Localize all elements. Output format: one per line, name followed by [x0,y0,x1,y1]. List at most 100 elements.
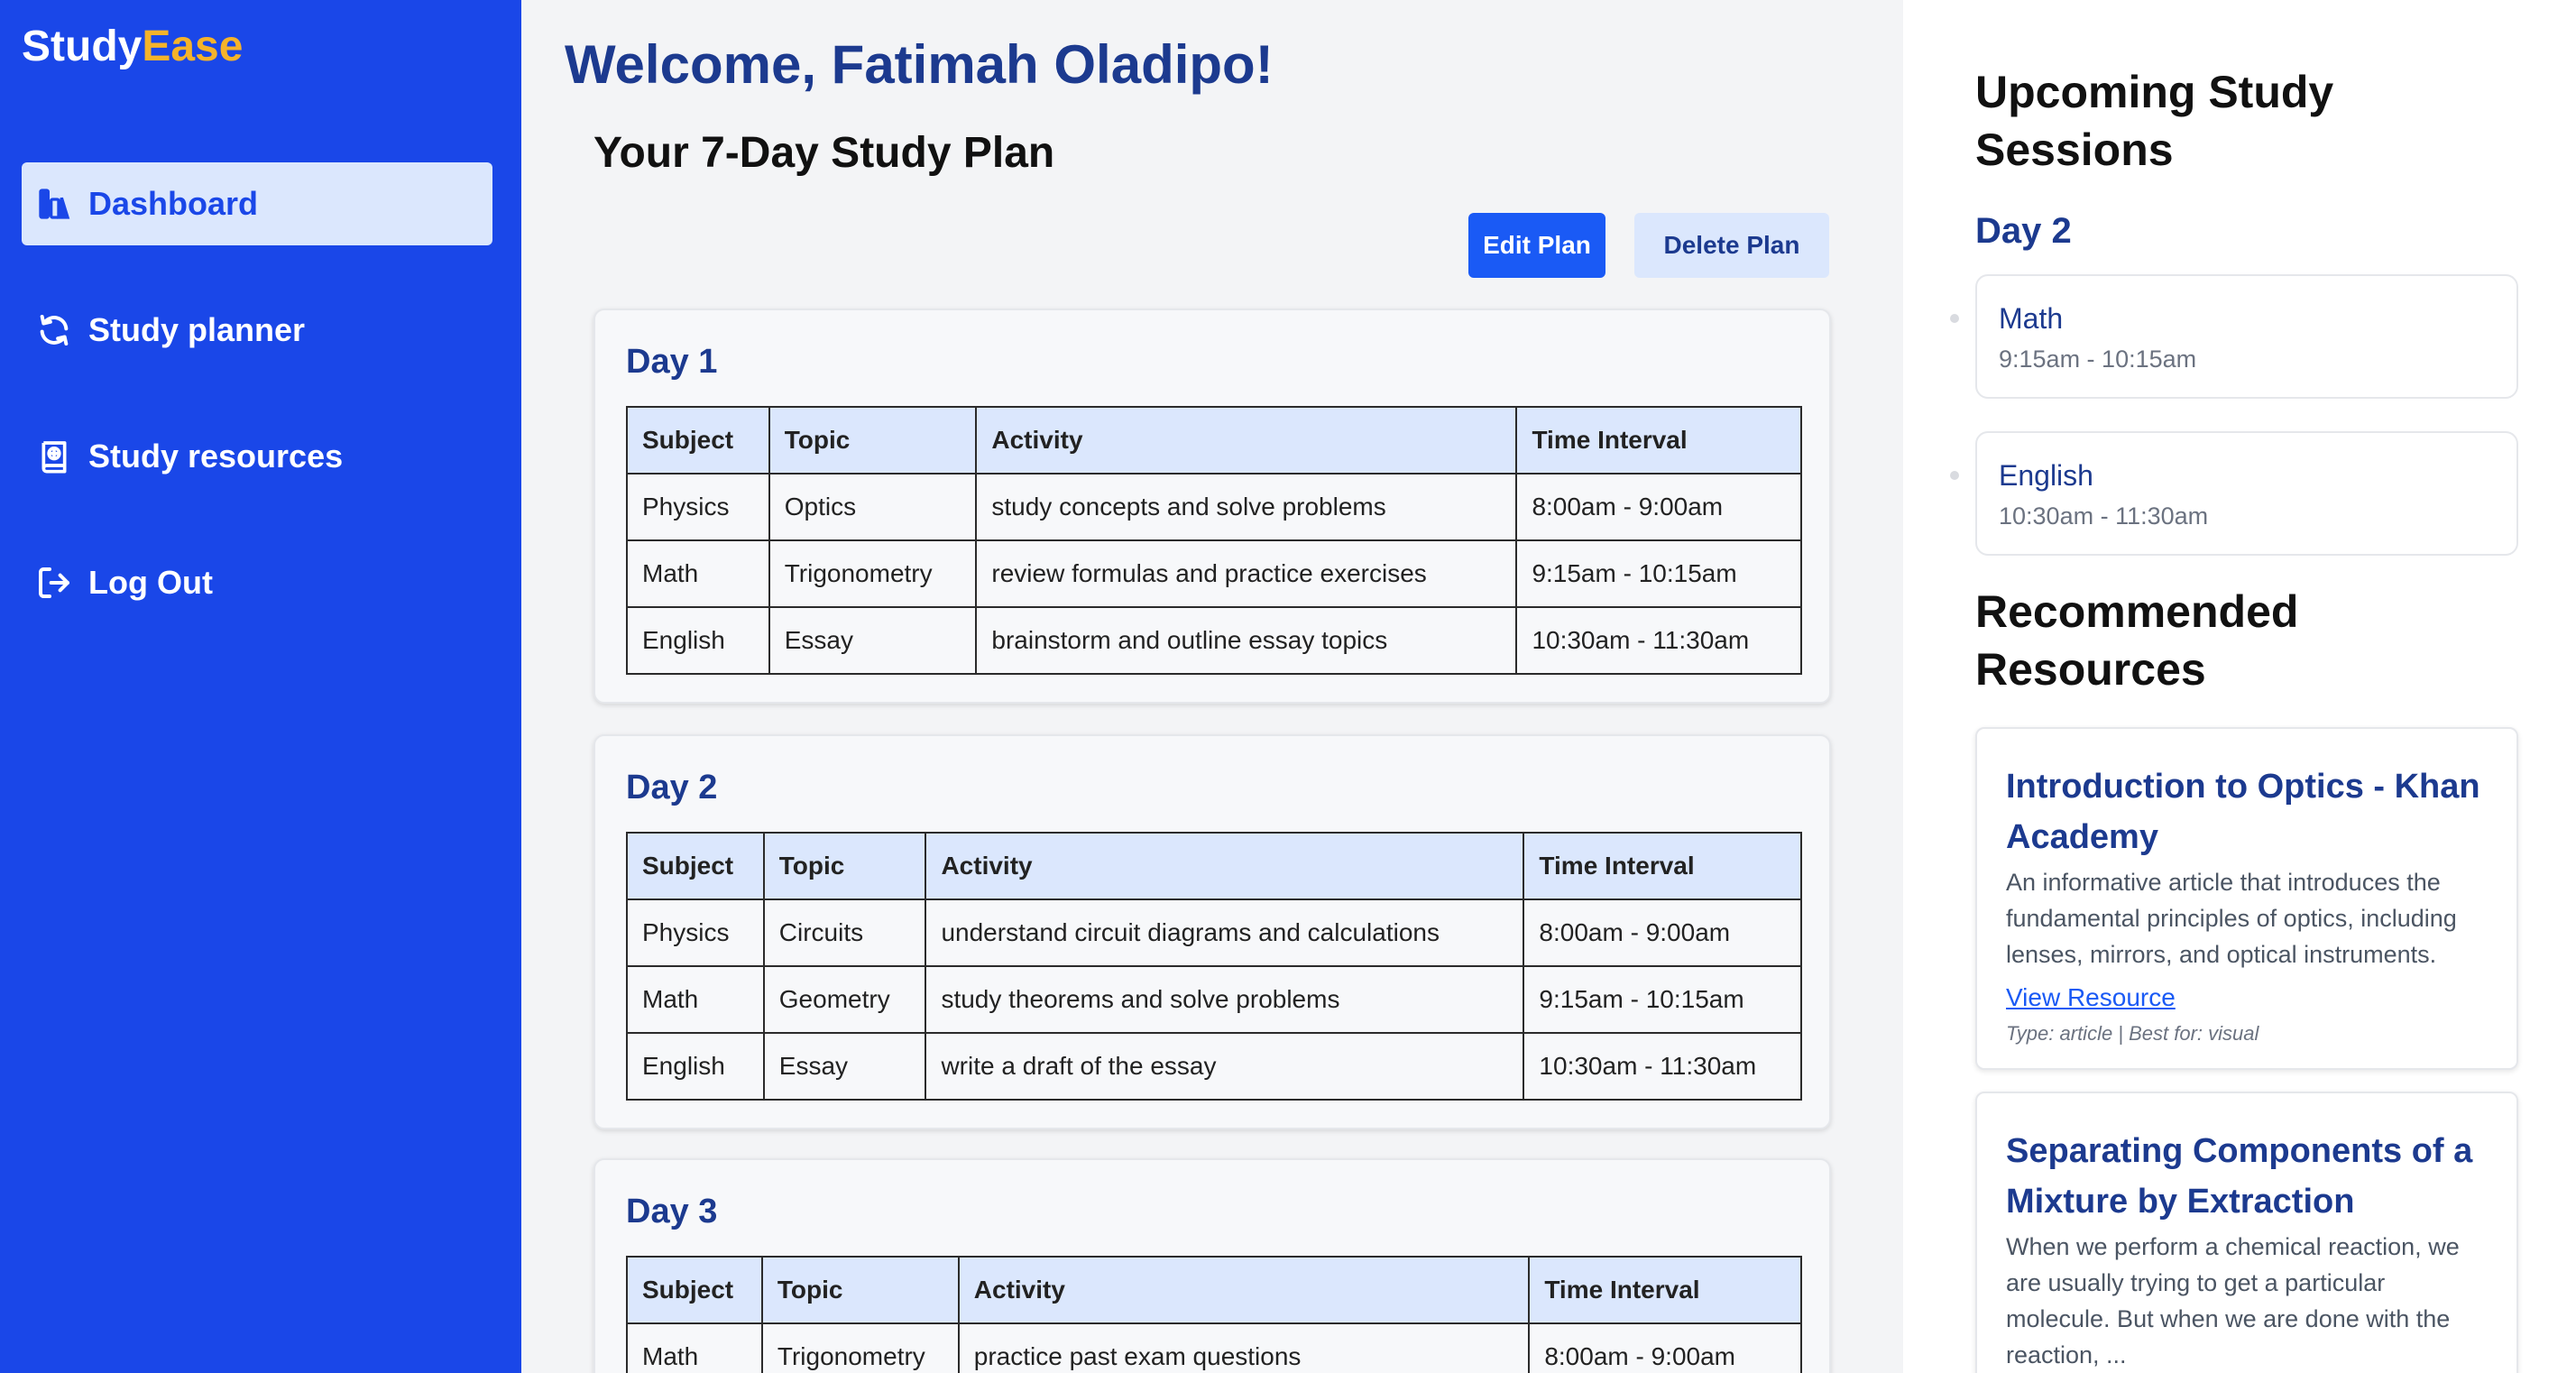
recommended-resources-title: Recommended Resources [1975,583,2298,698]
cell-activity: write a draft of the essay [925,1032,1525,1101]
table-row: Math Geometry study theorems and solve p… [626,965,1802,1034]
cell-subject: Physics [626,473,770,541]
day-title: Day 3 [626,1193,718,1230]
plan-title: Your 7-Day Study Plan [593,129,1055,177]
day-card: Day 3 Subject Topic Activity Time Interv… [593,1158,1831,1373]
day-card: Day 1 Subject Topic Activity Time Interv… [593,309,1831,704]
view-resource-link[interactable]: View Resource [2006,978,2176,1018]
column-header-time: Time Interval [1523,832,1802,900]
session-time: 9:15am - 10:15am [1999,346,2197,373]
cell-topic: Geometry [762,965,927,1034]
logout-icon [36,565,72,601]
day-card: Day 2 Subject Topic Activity Time Interv… [593,734,1831,1129]
session-card[interactable]: English 10:30am - 11:30am [1975,431,2518,556]
resource-description: An informative article that introduces t… [2006,869,2457,968]
table-header-row: Subject Topic Activity Time Interval [626,832,1802,900]
logo-text-primary: Study [22,23,143,70]
cell-topic: Essay [768,606,978,675]
cell-time: 9:15am - 10:15am [1515,539,1802,608]
table-row: English Essay write a draft of the essay… [626,1032,1802,1101]
cell-subject: Math [626,539,770,608]
sidebar-item-label: Study resources [88,438,344,475]
edit-plan-button[interactable]: Edit Plan [1468,213,1605,278]
column-header-subject: Subject [626,406,770,475]
session-subject: English [1999,459,2093,492]
cell-activity: brainstorm and outline essay topics [975,606,1518,675]
cell-subject: Math [626,965,765,1034]
session-subject: Math [1999,302,2064,335]
recommended-title-line1: Recommended [1975,586,2299,637]
plan-table: Subject Topic Activity Time Interval Phy… [626,832,1802,1101]
cell-time: 8:00am - 9:00am [1523,898,1802,967]
table-row: Physics Circuits understand circuit diag… [626,898,1802,967]
table-row: Math Trigonometry practice past exam que… [626,1322,1802,1373]
cell-subject: Physics [626,898,765,967]
sidebar-item-study-resources[interactable]: Study resources [22,415,492,498]
cell-subject: English [626,606,770,675]
delete-plan-button[interactable]: Delete Plan [1634,213,1829,278]
table-header-row: Subject Topic Activity Time Interval [626,1256,1802,1324]
sidebar-item-label: Dashboard [88,185,259,222]
cell-activity: review formulas and practice exercises [975,539,1518,608]
session-card[interactable]: Math 9:15am - 10:15am [1975,274,2518,399]
resource-card: Separating Components of a Mixture by Ex… [1975,1092,2518,1373]
sidebar-item-log-out[interactable]: Log Out [22,541,492,624]
upcoming-sessions-title: Upcoming Study Sessions [1975,63,2333,179]
main-content: Welcome, Fatimah Oladipo! Your 7-Day Stu… [521,0,1903,1373]
cell-time: 8:00am - 9:00am [1515,473,1802,541]
upcoming-title-line2: Sessions [1975,124,2174,175]
cell-topic: Trigonometry [760,1322,960,1373]
refresh-icon [36,312,72,348]
sidebar: StudyEase Dashboard Study planner Study … [0,0,521,1373]
cell-time: 9:15am - 10:15am [1523,965,1802,1034]
cell-activity: study concepts and solve problems [975,473,1518,541]
resource-description: When we perform a chemical reaction, we … [2006,1233,2460,1368]
sidebar-item-study-planner[interactable]: Study planner [22,289,492,372]
table-header-row: Subject Topic Activity Time Interval [626,406,1802,475]
cell-activity: practice past exam questions [957,1322,1531,1373]
resource-title[interactable]: Introduction to Optics - Khan Academy [2006,761,2488,862]
sidebar-item-label: Study planner [88,311,306,348]
table-row: Physics Optics study concepts and solve … [626,473,1802,541]
logo-text-accent: Ease [142,23,244,70]
cell-topic: Optics [768,473,978,541]
plan-actions: Edit Plan Delete Plan [1468,213,1829,278]
table-row: Math Trigonometry review formulas and pr… [626,539,1802,608]
right-panel: Upcoming Study Sessions Day 2 Math 9:15a… [1903,0,2576,1373]
column-header-activity: Activity [975,406,1518,475]
cell-topic: Essay [762,1032,927,1101]
cell-activity: study theorems and solve problems [925,965,1525,1034]
list-bullet [1950,314,1959,323]
sidebar-item-dashboard[interactable]: Dashboard [22,162,492,245]
column-header-subject: Subject [626,1256,763,1324]
sidebar-nav: Dashboard Study planner Study resources … [22,162,492,668]
column-header-time: Time Interval [1528,1256,1802,1324]
column-header-activity: Activity [925,832,1525,900]
column-header-topic: Topic [762,832,927,900]
plan-table: Subject Topic Activity Time Interval Mat… [626,1256,1802,1373]
column-header-activity: Activity [957,1256,1531,1324]
session-day-title: Day 2 [1975,211,2072,251]
column-header-time: Time Interval [1515,406,1802,475]
column-header-topic: Topic [768,406,978,475]
dashboard-icon [36,186,72,222]
cell-topic: Trigonometry [768,539,978,608]
cell-activity: understand circuit diagrams and calculat… [925,898,1525,967]
list-bullet [1950,471,1959,480]
cell-time: 10:30am - 11:30am [1523,1032,1802,1101]
plan-table: Subject Topic Activity Time Interval Phy… [626,406,1802,675]
app-logo[interactable]: StudyEase [22,22,243,72]
upcoming-title-line1: Upcoming Study [1975,67,2334,117]
column-header-topic: Topic [760,1256,960,1324]
sidebar-item-label: Log Out [88,564,213,601]
cell-subject: English [626,1032,765,1101]
book-icon [36,438,72,475]
table-row: English Essay brainstorm and outline ess… [626,606,1802,675]
welcome-heading: Welcome, Fatimah Oladipo! [565,34,1274,95]
day-title: Day 2 [626,769,718,806]
resource-meta: Type: article | Best for: visual [2006,1022,2259,1045]
resource-card: Introduction to Optics - Khan Academy An… [1975,727,2518,1070]
cell-subject: Math [626,1322,763,1373]
day-title: Day 1 [626,343,718,381]
resource-title[interactable]: Separating Components of a Mixture by Ex… [2006,1126,2488,1227]
